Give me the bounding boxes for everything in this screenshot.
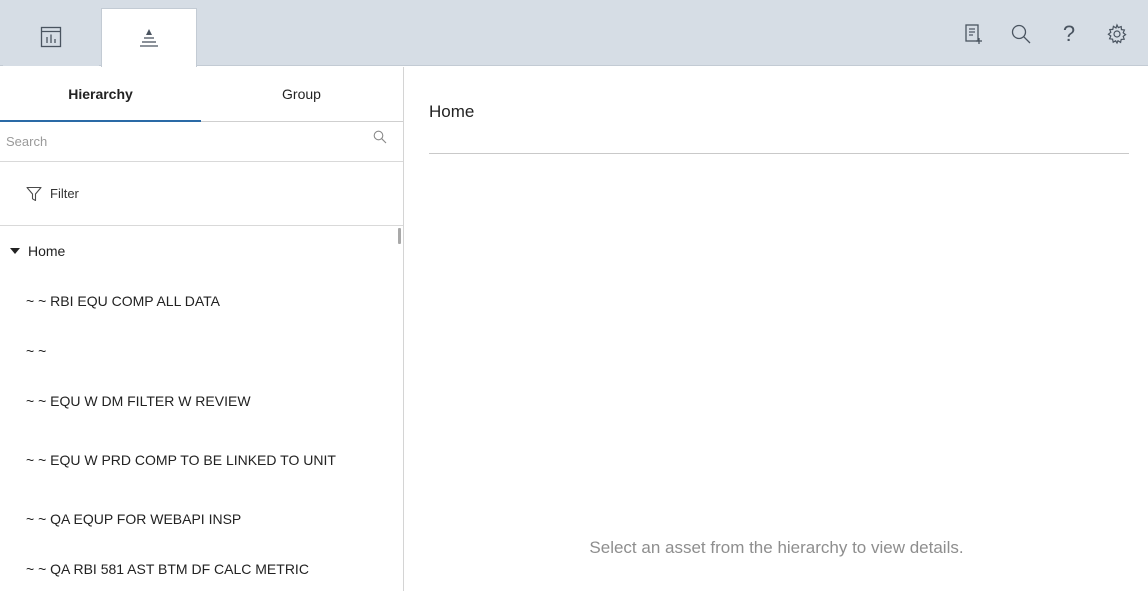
tree-item[interactable]: ~ ~ RBI EQU COMP ALL DATA	[0, 276, 403, 326]
caret-down-icon[interactable]	[10, 247, 20, 255]
tree-item-label: ~ ~ EQU W PRD COMP TO BE LINKED TO UNIT	[26, 452, 336, 468]
tab-group-label: Group	[282, 85, 321, 102]
tab-hierarchy[interactable]: Hierarchy	[0, 67, 201, 122]
filter-button[interactable]: Filter	[0, 162, 403, 226]
global-search-button[interactable]	[1008, 21, 1034, 47]
tree-scrollbar[interactable]	[398, 228, 401, 244]
tab-hierarchy-label: Hierarchy	[68, 85, 133, 102]
tree-item[interactable]: ~ ~ QA RBI 581 AST BTM DF CALC METRIC	[0, 544, 403, 590]
settings-button[interactable]	[1104, 21, 1130, 47]
tab-group[interactable]: Group	[201, 67, 402, 122]
filter-icon	[26, 186, 42, 201]
tree-item[interactable]: ~ ~ EQU W PRD COMP TO BE LINKED TO UNIT	[0, 426, 403, 494]
tree-root-label: Home	[28, 243, 66, 259]
tree-item[interactable]: ~ ~ EQU W DM FILTER W REVIEW	[0, 376, 403, 426]
hierarchy-icon	[140, 29, 158, 47]
search-input[interactable]	[0, 122, 380, 161]
tree-item-label: ~ ~ QA EQUP FOR WEBAPI INSP	[26, 511, 242, 527]
hierarchy-sidebar: Hierarchy Group Filter Home ~ ~ RBI EQU …	[0, 67, 404, 591]
tree-item-label: ~ ~ RBI EQU COMP ALL DATA	[26, 293, 220, 309]
filter-label: Filter	[50, 186, 79, 201]
hierarchy-tree: Home ~ ~ RBI EQU COMP ALL DATA ~ ~ ~ ~ E…	[0, 226, 403, 590]
settings-icon	[1107, 23, 1127, 45]
top-actions: ?	[960, 20, 1130, 48]
add-note-button[interactable]	[960, 21, 986, 47]
title-divider	[429, 153, 1129, 154]
add-note-icon	[965, 24, 982, 44]
dashboard-icon	[40, 26, 62, 48]
app-tab-dashboard[interactable]	[3, 8, 99, 66]
app-tab-hierarchy[interactable]	[101, 8, 197, 67]
details-panel: Home Select an asset from the hierarchy …	[405, 67, 1148, 591]
tree-root-home[interactable]: Home	[0, 226, 403, 276]
search-icon	[1011, 24, 1031, 44]
tree-item-label: ~ ~	[26, 343, 47, 359]
top-bar: ?	[0, 0, 1148, 67]
empty-state-message: Select an asset from the hierarchy to vi…	[589, 538, 964, 557]
page-title: Home	[429, 102, 475, 121]
tree-item[interactable]: ~ ~	[0, 326, 403, 376]
sidebar-tabs: Hierarchy Group	[0, 67, 403, 122]
search-row	[0, 122, 403, 162]
help-icon: ?	[1062, 21, 1076, 46]
tree-item[interactable]: ~ ~ QA EQUP FOR WEBAPI INSP	[0, 494, 403, 544]
help-button[interactable]: ?	[1056, 21, 1082, 47]
tree-item-label: ~ ~ EQU W DM FILTER W REVIEW	[26, 393, 251, 409]
search-icon[interactable]	[373, 130, 387, 144]
tree-item-label: ~ ~ QA RBI 581 AST BTM DF CALC METRIC	[26, 561, 309, 577]
